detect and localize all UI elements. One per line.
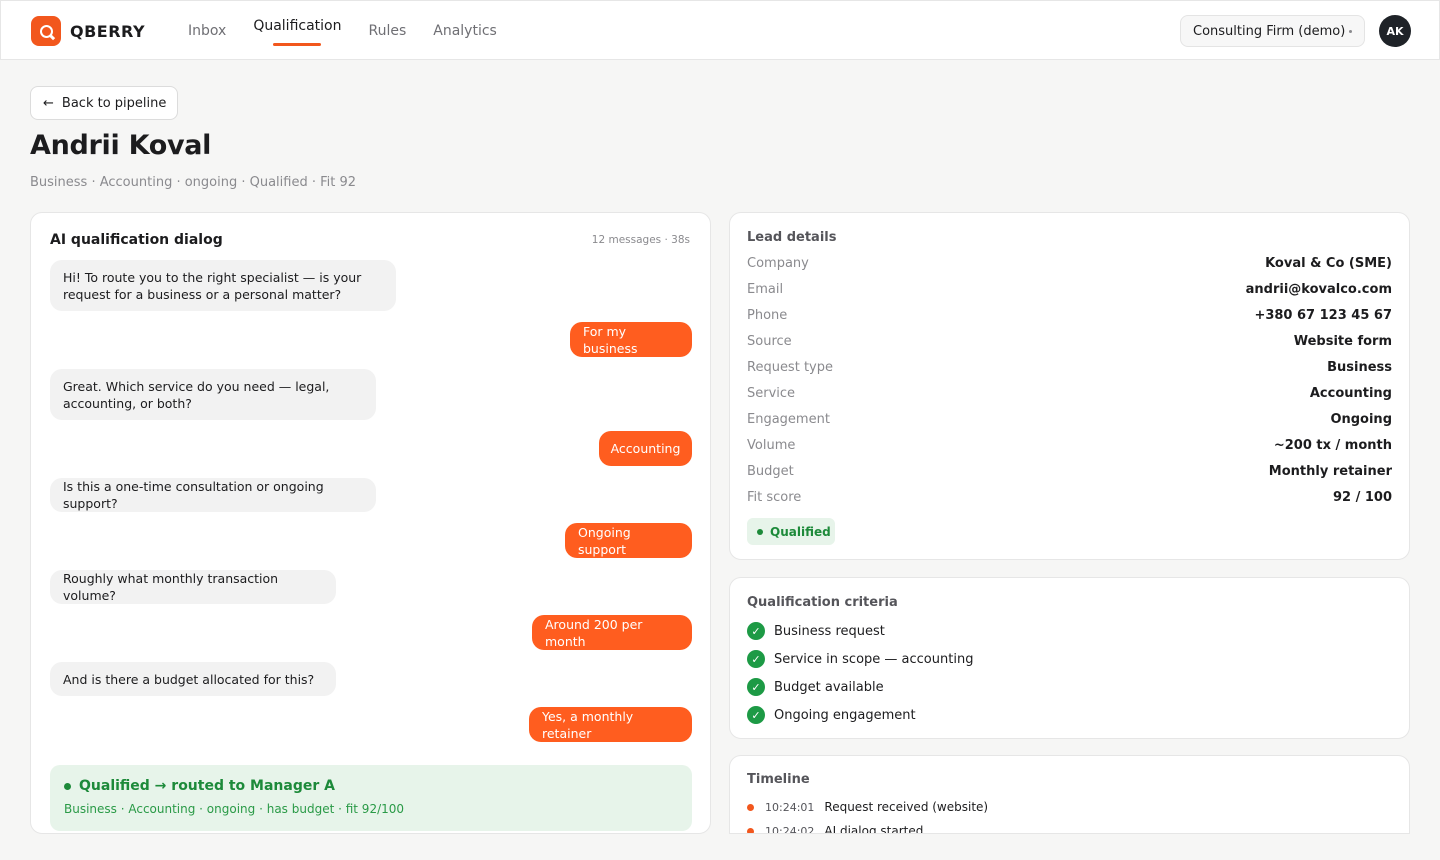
logo-q-icon xyxy=(31,16,61,46)
detail-row-volume: Volume ~200 tx / month xyxy=(747,438,1392,458)
status-dot-icon xyxy=(757,528,763,535)
lead-meta: Business · Accounting · ongoing · Qualif… xyxy=(30,175,357,190)
criteria-item-label: Budget available xyxy=(774,679,884,695)
detail-value[interactable]: andrii@kovalco.com xyxy=(1246,282,1392,297)
result-title: Qualified → routed to Manager A xyxy=(64,778,335,794)
detail-label: Volume xyxy=(747,438,796,453)
detail-value: Monthly retainer xyxy=(1268,464,1392,479)
status-badge: Qualified xyxy=(747,518,835,545)
detail-row-email: Email andrii@kovalco.com xyxy=(747,282,1392,302)
detail-label: Company xyxy=(747,256,809,271)
arrow-left-icon: ← xyxy=(43,95,54,111)
user-message: Around 200 per month xyxy=(532,615,692,650)
timeline-text: AI dialog started xyxy=(824,824,924,834)
status-badge-label: Qualified xyxy=(770,524,831,539)
bot-message: Is this a one-time consultation or ongoi… xyxy=(50,478,376,512)
detail-row-source: Source Website form xyxy=(747,334,1392,354)
user-message: Ongoing support xyxy=(565,523,692,558)
dialog-title: AI qualification dialog xyxy=(50,232,223,248)
detail-row-service: Service Accounting xyxy=(747,386,1392,406)
lead-details-title: Lead details xyxy=(747,230,837,245)
criteria-item-label: Service in scope — accounting xyxy=(774,651,974,667)
detail-value: Website form xyxy=(1293,334,1392,349)
criteria-item: ✓ Budget available xyxy=(747,677,884,697)
criteria-item: ✓ Business request xyxy=(747,621,885,641)
detail-row-fit-score: Fit score 92 / 100 xyxy=(747,490,1392,510)
detail-label: Phone xyxy=(747,308,788,323)
user-message: Accounting xyxy=(599,431,692,466)
result-title-text: Qualified → routed to Manager A xyxy=(79,778,335,794)
bot-message: Great. Which service do you need — legal… xyxy=(50,369,376,420)
lead-details-card: Lead details Company Koval & Co (SME) Em… xyxy=(729,212,1410,560)
dialog-card: AI qualification dialog 12 messages · 38… xyxy=(30,212,711,834)
detail-label: Engagement xyxy=(747,412,830,427)
criteria-title: Qualification criteria xyxy=(747,595,898,610)
detail-label: Request type xyxy=(747,360,833,375)
user-message: Yes, a monthly retainer xyxy=(529,707,692,742)
bot-message: Roughly what monthly transaction volume? xyxy=(50,570,336,604)
timeline-title: Timeline xyxy=(747,772,810,787)
back-button-label: Back to pipeline xyxy=(61,95,167,111)
detail-label: Budget xyxy=(747,464,794,479)
timeline-event: 10:24:02 AI dialog started xyxy=(747,823,924,834)
check-icon: ✓ xyxy=(747,706,765,724)
detail-row-request-type: Request type Business xyxy=(747,360,1392,380)
detail-value[interactable]: +380 67 123 45 67 xyxy=(1254,308,1392,323)
user-message: For my business xyxy=(570,322,692,357)
timeline-event: 10:24:01 Request received (website) xyxy=(747,799,988,815)
check-icon: ✓ xyxy=(747,678,765,696)
main-nav: Inbox Qualification Rules Analytics xyxy=(188,1,524,61)
timeline-card: Timeline 10:24:01 Request received (webs… xyxy=(729,755,1410,834)
detail-value: 92 / 100 xyxy=(1332,490,1392,505)
criteria-item-label: Business request xyxy=(774,623,885,639)
timeline-time: 10:24:01 xyxy=(765,800,815,814)
detail-value: Business xyxy=(1327,360,1392,375)
detail-value: Ongoing xyxy=(1330,412,1392,427)
dialog-stats: 12 messages · 38s xyxy=(591,234,690,246)
org-select-value: Consulting Firm (demo) xyxy=(1193,23,1346,39)
bot-message: Hi! To route you to the right specialist… xyxy=(50,260,396,311)
top-bar: QBERRY Inbox Qualification Rules Analyti… xyxy=(0,0,1440,60)
detail-label: Email xyxy=(747,282,784,297)
status-dot-icon xyxy=(64,782,71,790)
detail-label: Service xyxy=(747,386,796,401)
timeline-dot-icon xyxy=(747,803,754,811)
nav-qualification[interactable]: Qualification xyxy=(253,1,341,61)
criteria-item: ✓ Ongoing engagement xyxy=(747,705,916,725)
timeline-text: Request received (website) xyxy=(824,800,989,814)
org-select[interactable]: Consulting Firm (demo) xyxy=(1180,15,1365,47)
back-to-pipeline-button[interactable]: ← Back to pipeline xyxy=(30,86,178,120)
user-avatar[interactable]: AK xyxy=(1379,15,1411,47)
detail-row-engagement: Engagement Ongoing xyxy=(747,412,1392,432)
detail-label: Source xyxy=(747,334,792,349)
page-title: Andrii Koval xyxy=(30,130,212,161)
check-icon: ✓ xyxy=(747,622,765,640)
detail-row-company: Company Koval & Co (SME) xyxy=(747,256,1392,276)
check-icon: ✓ xyxy=(747,650,765,668)
app-name: QBERRY xyxy=(70,21,146,41)
qualification-result: Qualified → routed to Manager A Business… xyxy=(50,765,692,831)
detail-value: ~200 tx / month xyxy=(1273,438,1392,453)
chevron-down-icon xyxy=(1349,30,1352,33)
detail-value: Accounting xyxy=(1309,386,1392,401)
logo[interactable]: QBERRY xyxy=(31,16,145,46)
bot-message: And is there a budget allocated for this… xyxy=(50,662,336,696)
detail-label: Fit score xyxy=(747,490,802,505)
detail-row-budget: Budget Monthly retainer xyxy=(747,464,1392,484)
result-summary: Business · Accounting · ongoing · has bu… xyxy=(64,802,405,816)
nav-rules[interactable]: Rules xyxy=(368,1,406,61)
timeline-time: 10:24:02 xyxy=(765,824,815,834)
detail-row-phone: Phone +380 67 123 45 67 xyxy=(747,308,1392,328)
detail-value: Koval & Co (SME) xyxy=(1265,256,1392,271)
nav-analytics[interactable]: Analytics xyxy=(433,1,497,61)
timeline-dot-icon xyxy=(747,827,754,833)
qualification-criteria-card: Qualification criteria ✓ Business reques… xyxy=(729,577,1410,739)
nav-inbox[interactable]: Inbox xyxy=(188,1,226,61)
criteria-item: ✓ Service in scope — accounting xyxy=(747,649,973,669)
criteria-item-label: Ongoing engagement xyxy=(774,707,916,723)
